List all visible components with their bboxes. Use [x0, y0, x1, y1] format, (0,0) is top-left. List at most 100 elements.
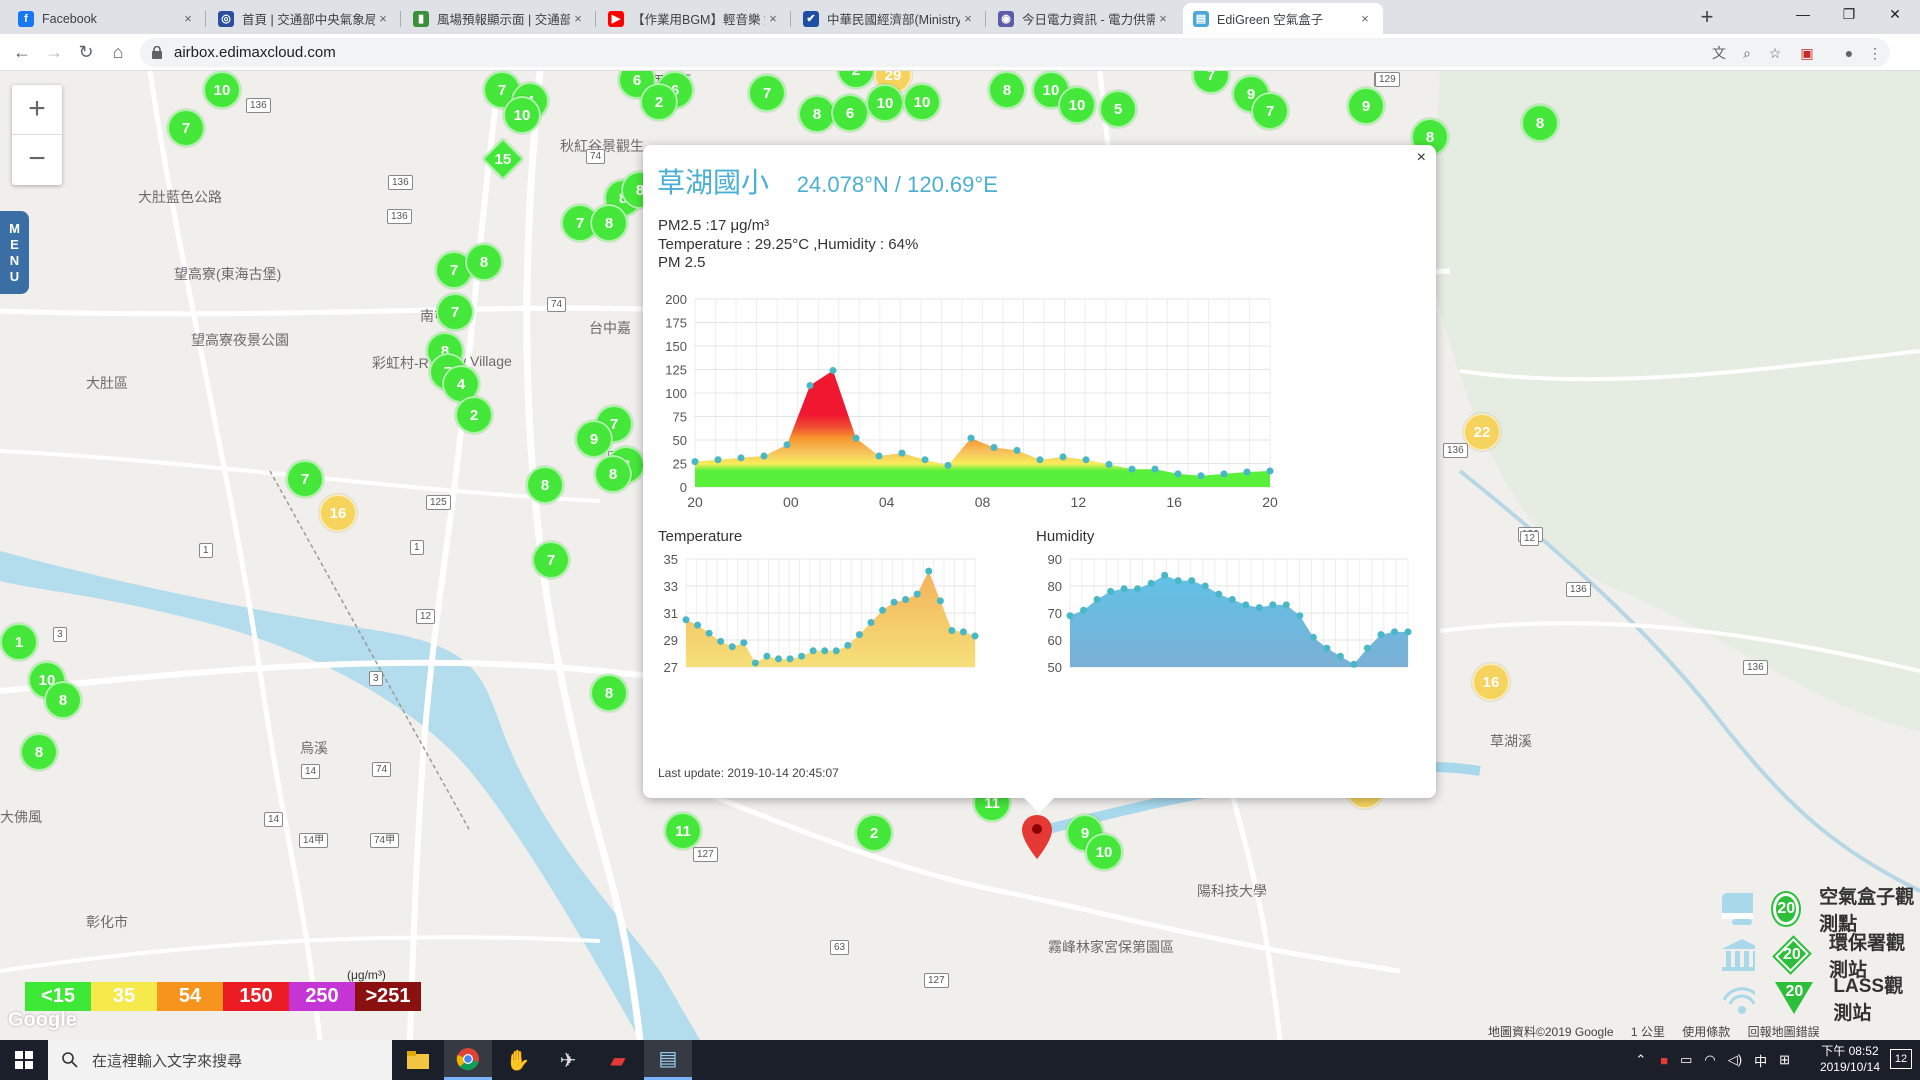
volume-icon[interactable]: ◁): [1728, 1052, 1742, 1068]
airbox-sensor-marker[interactable]: 22: [1463, 413, 1501, 451]
airbox-sensor-marker[interactable]: 8: [465, 243, 503, 281]
airbox-sensor-marker[interactable]: 8: [988, 71, 1026, 109]
profile-avatar-icon[interactable]: ●: [1838, 42, 1860, 64]
extension-icon[interactable]: ▣: [1796, 42, 1818, 64]
address-bar[interactable]: airbox.edimaxcloud.com 文 ⌕ ☆ ▣ ● ⋮: [140, 38, 1890, 67]
forward-button[interactable]: →: [40, 38, 68, 66]
tab-close-icon[interactable]: ×: [570, 11, 586, 26]
maximize-button[interactable]: ❐: [1826, 0, 1872, 30]
back-button[interactable]: ←: [8, 38, 36, 66]
airbox-sensor-marker[interactable]: 7: [286, 460, 324, 498]
map-canvas[interactable]: 大肚藍色公路 望高寮(東海古堡) 望高寮夜景公園 大肚區 彩虹村-R w Village 南…: [0, 71, 1920, 1040]
keyboard-icon[interactable]: ⊞: [1779, 1052, 1790, 1068]
zoom-out-button[interactable]: −: [12, 135, 62, 185]
browser-tab[interactable]: ▤ EdiGreen 空氣盒子 ×: [1183, 3, 1383, 34]
chart-data-point: [705, 629, 713, 637]
taskbar-app-3[interactable]: ✋: [494, 1040, 542, 1080]
airbox-sensor-marker[interactable]: 7: [167, 109, 205, 147]
zoom-in-button[interactable]: +: [12, 85, 62, 135]
browser-tab[interactable]: ▮ 風場預報顯示面 | 交通部中央氣象局×: [403, 3, 596, 34]
browser-tab[interactable]: ◉ 今日電力資訊 - 電力供需資訊 - 台灣電力公司×: [988, 3, 1181, 34]
airbox-sensor-marker[interactable]: 9: [1347, 87, 1385, 125]
taskbar-file-explorer[interactable]: [394, 1040, 442, 1080]
tab-close-icon[interactable]: ×: [960, 11, 976, 26]
browser-tab[interactable]: ▶ 【作業用BGM】輕音樂 鋼琴×: [598, 3, 791, 34]
translate-icon[interactable]: 文: [1708, 42, 1730, 64]
taskbar-clock[interactable]: 下午 08:52 2019/10/14: [1820, 1043, 1880, 1075]
airbox-sensor-marker[interactable]: 10: [903, 83, 941, 121]
airbox-sensor-marker[interactable]: 7: [436, 293, 474, 331]
report-error-link[interactable]: 回報地圖錯誤: [1748, 1025, 1820, 1039]
browser-menu-icon[interactable]: ⋮: [1864, 42, 1886, 64]
airbox-sensor-marker[interactable]: 8: [20, 733, 58, 771]
marker-value: 6: [632, 71, 642, 89]
airbox-sensor-marker[interactable]: 2: [455, 396, 493, 434]
marker-value: 8: [604, 214, 614, 232]
airbox-sensor-marker[interactable]: 10: [1058, 86, 1096, 124]
tab-close-icon[interactable]: ×: [765, 11, 781, 26]
chart-data-point: [1215, 590, 1223, 598]
browser-tab[interactable]: ◎ 首頁 | 交通部中央氣象局 ×: [208, 3, 401, 34]
taskbar-app-6[interactable]: ▤: [644, 1040, 692, 1080]
airbox-sensor-marker[interactable]: 10: [503, 96, 541, 134]
popup-pointer: [1023, 797, 1055, 813]
popup-close-button[interactable]: ×: [1417, 149, 1426, 167]
taskbar-search-box[interactable]: 在這裡輸入文字來搜尋: [48, 1040, 392, 1080]
airbox-sensor-marker[interactable]: 6: [831, 94, 869, 132]
menu-tab[interactable]: MENU: [0, 211, 29, 294]
taskbar-app-5[interactable]: ▰: [594, 1040, 642, 1080]
minimize-button[interactable]: —: [1780, 0, 1826, 30]
bookmark-star-icon[interactable]: ☆: [1764, 42, 1786, 64]
tray-security-icon[interactable]: ■: [1660, 1053, 1668, 1068]
browser-tab[interactable]: ✔ 中華民國經濟部(Ministry of Economic Affairs)×: [793, 3, 986, 34]
notification-center-icon[interactable]: 12: [1890, 1049, 1912, 1069]
airbox-sensor-marker[interactable]: 10: [866, 84, 904, 122]
reload-button[interactable]: ↻: [72, 38, 100, 66]
airbox-sensor-marker[interactable]: 2: [855, 814, 893, 852]
airbox-sensor-marker[interactable]: 8: [590, 204, 628, 242]
airbox-sensor-marker[interactable]: 11: [664, 812, 702, 850]
airbox-sensor-marker[interactable]: 8: [590, 674, 628, 712]
tab-close-icon[interactable]: ×: [1155, 11, 1171, 26]
browser-tab[interactable]: f Facebook ×: [8, 3, 206, 34]
airbox-sensor-marker[interactable]: 16: [1472, 663, 1510, 701]
airbox-sensor-marker[interactable]: 8: [526, 466, 564, 504]
airbox-sensor-marker[interactable]: 10: [203, 71, 241, 109]
home-button[interactable]: ⌂: [104, 38, 132, 66]
airbox-sensor-marker[interactable]: 7: [1251, 92, 1289, 130]
airbox-sensor-marker[interactable]: 8: [594, 455, 632, 493]
start-button[interactable]: [0, 1040, 48, 1080]
station-legend-label: LASS觀測站: [1833, 976, 1904, 1024]
wifi-icon[interactable]: ◠: [1704, 1052, 1715, 1068]
tab-close-icon[interactable]: ×: [1357, 11, 1373, 26]
tray-chevron-icon[interactable]: ⌃: [1635, 1052, 1646, 1068]
tab-favicon-icon: ◉: [998, 10, 1014, 27]
airbox-sensor-marker[interactable]: 16: [319, 494, 357, 532]
selected-location-pin-icon[interactable]: [1022, 815, 1052, 859]
temp-humidity-reading: Temperature : 29.25°C ,Humidity : 64%: [658, 236, 919, 253]
airbox-sensor-marker[interactable]: 9: [575, 420, 613, 458]
battery-icon[interactable]: ▭: [1680, 1052, 1692, 1068]
tab-close-icon[interactable]: ×: [180, 11, 196, 26]
airbox-sensor-marker[interactable]: 8: [1521, 104, 1559, 142]
airbox-sensor-marker[interactable]: 10: [1085, 833, 1123, 871]
airbox-sensor-marker[interactable]: 7: [532, 541, 570, 579]
app-icon: ▤: [658, 1048, 678, 1070]
y-tick-label: 31: [664, 606, 678, 621]
close-window-button[interactable]: ✕: [1872, 0, 1918, 30]
airbox-sensor-marker[interactable]: 5: [1099, 90, 1137, 128]
zoom-icon[interactable]: ⌕: [1736, 42, 1758, 64]
chart-data-point: [944, 461, 952, 469]
taskbar-app-4[interactable]: ✈: [544, 1040, 592, 1080]
chart-data-point: [1404, 628, 1412, 636]
airbox-sensor-marker[interactable]: 8: [44, 681, 82, 719]
taskbar-chrome[interactable]: [444, 1040, 492, 1080]
map-scale: 1 公里: [1630, 1025, 1665, 1039]
airbox-sensor-marker[interactable]: 7: [748, 74, 786, 112]
airbox-sensor-marker[interactable]: 2: [640, 83, 678, 121]
new-tab-button[interactable]: +: [1693, 4, 1721, 32]
terms-link[interactable]: 使用條款: [1682, 1025, 1730, 1039]
ime-indicator[interactable]: 中: [1754, 1051, 1767, 1070]
airbox-sensor-marker[interactable]: 1: [0, 623, 38, 661]
tab-close-icon[interactable]: ×: [375, 11, 391, 26]
